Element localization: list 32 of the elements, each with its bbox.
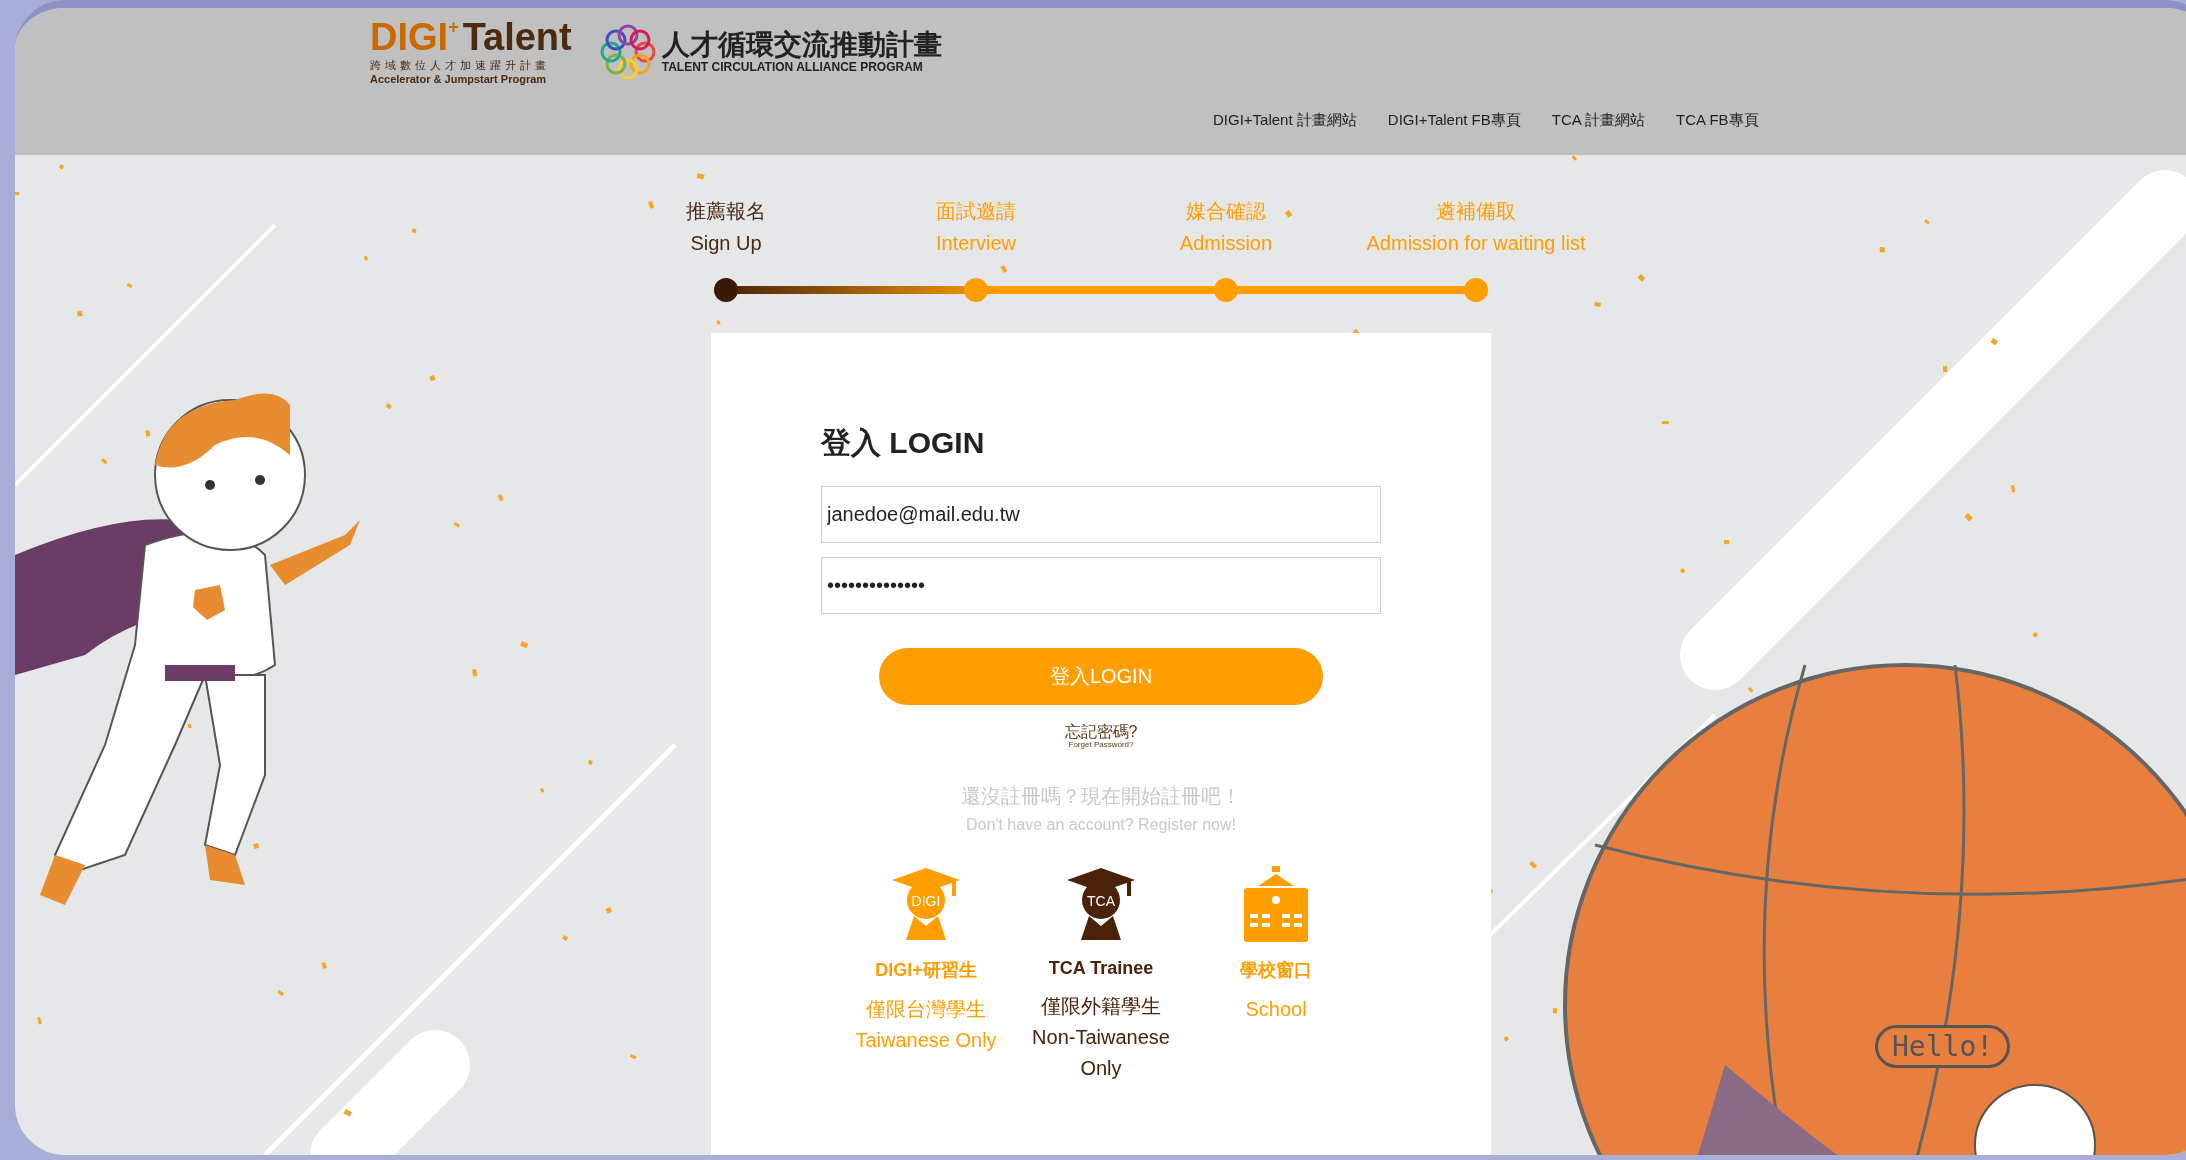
step-label: Sign Up — [690, 231, 762, 256]
step-label: 推薦報名 — [686, 199, 766, 224]
program-subtitle: TALENT CIRCULATION ALLIANCE PROGRAM — [661, 59, 924, 74]
login-title: 登入 LOGIN — [821, 425, 986, 461]
nav-link[interactable]: TCA 計畫網站 — [1551, 111, 1646, 130]
program-title: 人才循環交流推動計畫 — [661, 29, 942, 60]
logo-text: DIGI — [370, 18, 449, 56]
step-label: Interview — [936, 231, 1016, 256]
email-field[interactable]: janedoe@mail.edu.tw — [821, 486, 1381, 543]
step-label: 媒合確認 — [1186, 199, 1266, 224]
nav-link[interactable]: TCA FB專頁 — [1676, 111, 1759, 130]
step-label: Admission for waiting list — [1366, 231, 1586, 256]
step-label: 面試邀請 — [936, 199, 1016, 224]
step-label: 遴補備取 — [1436, 199, 1516, 224]
forgot-password-link[interactable]: 忘記密碼? — [1064, 723, 1138, 740]
logo-subtitle: Accelerator & Jumpstart Program — [370, 73, 548, 85]
role-description: Non-Taiwanese Only — [1031, 1025, 1171, 1081]
ring-logo-icon — [599, 23, 656, 80]
speech-bubble: Hello! — [1875, 1025, 2011, 1068]
role-description: School — [1245, 997, 1307, 1022]
logo-subtitle: 跨域數位人才加速躍升計畫 — [370, 58, 551, 73]
role-description: Taiwanese Only — [855, 1028, 997, 1053]
role-title[interactable]: TCA Trainee — [1048, 958, 1154, 979]
password-field[interactable]: •••••••••••••• — [821, 557, 1381, 614]
step-label: Admission — [1179, 231, 1273, 256]
role-description: 僅限外籍學生 — [1041, 994, 1161, 1019]
role-description: 僅限台灣學生 — [866, 997, 986, 1022]
logo-text: Talent — [462, 18, 572, 56]
nav-link[interactable]: DIGI+Talent FB專頁 — [1387, 111, 1521, 130]
nav-link[interactable]: DIGI+Talent 計畫網站 — [1213, 111, 1357, 130]
forgot-password-link[interactable]: Forget Password? — [1068, 740, 1134, 749]
logo-text: + — [448, 18, 459, 36]
